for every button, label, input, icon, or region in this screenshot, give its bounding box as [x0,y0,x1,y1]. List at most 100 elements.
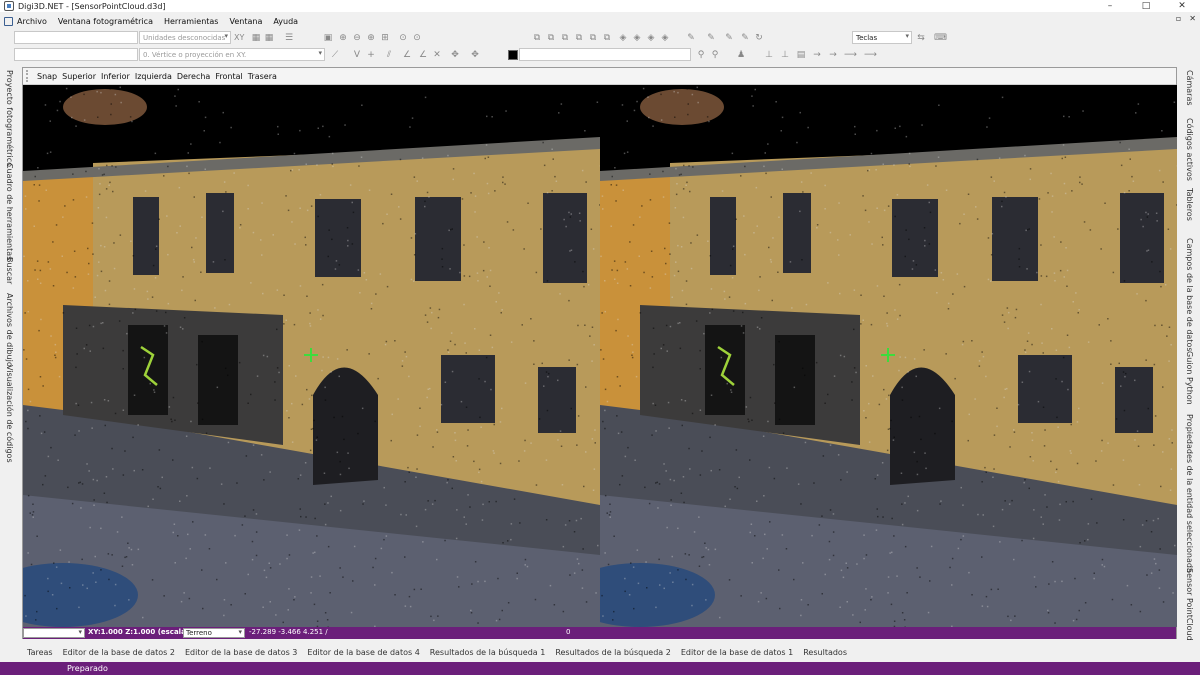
tab-proyecto-fotogrametrico[interactable]: Proyecto fotogramétrico [5,70,14,167]
tab-visualizacion-codigos[interactable]: Visualización de códigos [5,365,14,463]
secondary-input[interactable] [14,48,138,61]
tab-sensor-pointcloud[interactable]: Sensor PointCloud [1185,568,1194,641]
menu-ayuda[interactable]: Ayuda [273,17,298,26]
units-select[interactable]: Unidades desconocidas [139,31,231,44]
app-icon[interactable] [4,1,14,11]
tab-campos-base-datos[interactable]: Campos de la base de datos [1185,238,1194,352]
layer-icon[interactable]: ⧉ [546,33,556,43]
tree-canopy [640,89,724,125]
zoom-next-icon[interactable]: ⊙ [412,33,422,43]
layer-icon[interactable]: ⧉ [602,33,612,43]
view-derecha-button[interactable]: Derecha [177,72,211,81]
draw-line-icon[interactable]: ⟋ [330,50,340,60]
terrain-mode-select[interactable]: Terreno [183,628,245,638]
keyboard-shortcut-icon[interactable]: ⇆ [916,33,926,43]
view-superior-button[interactable]: Superior [62,72,96,81]
arrow-icon[interactable]: → [812,50,822,60]
document-icon[interactable] [3,16,13,26]
view-snap-button[interactable]: Snap [37,72,57,81]
tab-tableros[interactable]: Tableros [1185,188,1194,221]
window [1120,193,1164,283]
tab-archivos-dibujo[interactable]: Archivos de dibujo [5,293,14,367]
zoom-window-icon[interactable]: ⊕ [366,33,376,43]
snap-mode-select[interactable] [23,628,85,638]
menu-ventana-fotogrametrica[interactable]: Ventana fotogramétrica [58,17,153,26]
tab-editor-bd-4[interactable]: Editor de la base de datos 4 [307,648,419,657]
layer-icon[interactable]: ⧉ [574,33,584,43]
edit-icon[interactable]: ✎ [740,33,750,43]
zoom-out-icon[interactable]: ⊖ [352,33,362,43]
select-icon[interactable]: ▣ [323,33,333,43]
tab-guion-python[interactable]: Guion Python [1185,351,1194,405]
window [892,199,938,277]
grid-icon[interactable]: ▦ [264,33,274,43]
zoom-in-icon[interactable]: ⊕ [338,33,348,43]
tab-resultados-busqueda-1[interactable]: Resultados de la búsqueda 1 [430,648,546,657]
vertex-mode-select[interactable]: 0. Vértice o proyección en XY. [139,48,325,61]
code-icon[interactable]: ▤ [796,50,806,60]
view-izquierda-button[interactable]: Izquierda [135,72,172,81]
tab-editor-bd-2[interactable]: Editor de la base de datos 2 [63,648,175,657]
angle-icon[interactable]: ∠ [402,50,412,60]
keys-select[interactable]: Teclas [852,31,912,44]
crosshair-icon[interactable]: + [366,50,376,60]
arrow-icon[interactable]: ⟶ [844,50,857,60]
color-swatch[interactable] [508,50,518,60]
refresh-icon[interactable]: ↻ [754,33,764,43]
toolbar-grip[interactable] [26,70,32,82]
search-icon[interactable]: ⚲ [710,50,720,60]
tab-resultados[interactable]: Resultados [803,648,847,657]
view-frontal-button[interactable]: Frontal [215,72,242,81]
arrow-icon[interactable]: ⟶ [864,50,877,60]
tab-editor-bd-3[interactable]: Editor de la base de datos 3 [185,648,297,657]
pin-icon[interactable]: ♟ [736,50,746,60]
navigate-icon[interactable]: ◈ [660,33,670,43]
navigate-icon[interactable]: ◈ [618,33,628,43]
angle-icon[interactable]: ∠ [418,50,428,60]
parallel-icon[interactable]: ⫽ [384,50,394,60]
menu-ventana[interactable]: Ventana [229,17,262,26]
layer-icon[interactable]: ⧉ [560,33,570,43]
right-viewport[interactable] [600,85,1177,627]
arrow-icon[interactable]: → [828,50,838,60]
tab-editor-bd-1[interactable]: Editor de la base de datos 1 [681,648,793,657]
tab-buscar[interactable]: Buscar [5,257,14,284]
command-input[interactable] [14,31,138,44]
left-viewport[interactable] [23,85,600,627]
code-input[interactable] [519,48,691,61]
minimize-button[interactable]: – [1092,0,1128,12]
maximize-button[interactable]: □ [1128,0,1164,12]
zoom-previous-icon[interactable]: ⊙ [398,33,408,43]
layer-icon[interactable]: ⧉ [588,33,598,43]
tab-camaras[interactable]: Cámaras [1185,70,1194,106]
list-icon[interactable]: ☰ [284,33,294,43]
tab-resultados-busqueda-2[interactable]: Resultados de la búsqueda 2 [555,648,671,657]
tab-propiedades-entidad[interactable]: Propiedades de la entidad seleccionada [1185,414,1194,573]
view-trasera-button[interactable]: Trasera [248,72,277,81]
menu-herramientas[interactable]: Herramientas [164,17,219,26]
snap-icon[interactable]: ✥ [450,50,460,60]
vertex-icon[interactable]: V [352,50,362,60]
tab-codigos-activos[interactable]: Códigos activos [1185,118,1194,181]
tab-tareas[interactable]: Tareas [27,648,53,657]
grid-icon[interactable]: ▦ [251,33,261,43]
edit-icon[interactable]: ✎ [724,33,734,43]
view-inferior-button[interactable]: Inferior [101,72,130,81]
navigate-icon[interactable]: ◈ [632,33,642,43]
align-icon[interactable]: ⊥ [780,50,790,60]
cross-icon[interactable]: ✕ [432,50,442,60]
edit-icon[interactable]: ✎ [706,33,716,43]
keyboard-icon[interactable]: ⌨ [934,33,947,43]
menu-archivo[interactable]: Archivo [17,17,47,26]
align-icon[interactable]: ⊥ [764,50,774,60]
snap-icon[interactable]: ✥ [470,50,480,60]
layer-icon[interactable]: ⧉ [532,33,542,43]
navigate-icon[interactable]: ◈ [646,33,656,43]
close-button[interactable]: ✕ [1164,0,1200,12]
mdi-close-button[interactable]: ✕ [1189,14,1196,23]
tab-cuadro-herramientas[interactable]: Cuadro de herramientas [5,163,14,260]
mdi-restore-button[interactable]: ▫ [1176,14,1181,23]
edit-icon[interactable]: ✎ [686,33,696,43]
zoom-extents-icon[interactable]: ⊞ [380,33,390,43]
binoculars-icon[interactable]: ⚲ [696,50,706,60]
